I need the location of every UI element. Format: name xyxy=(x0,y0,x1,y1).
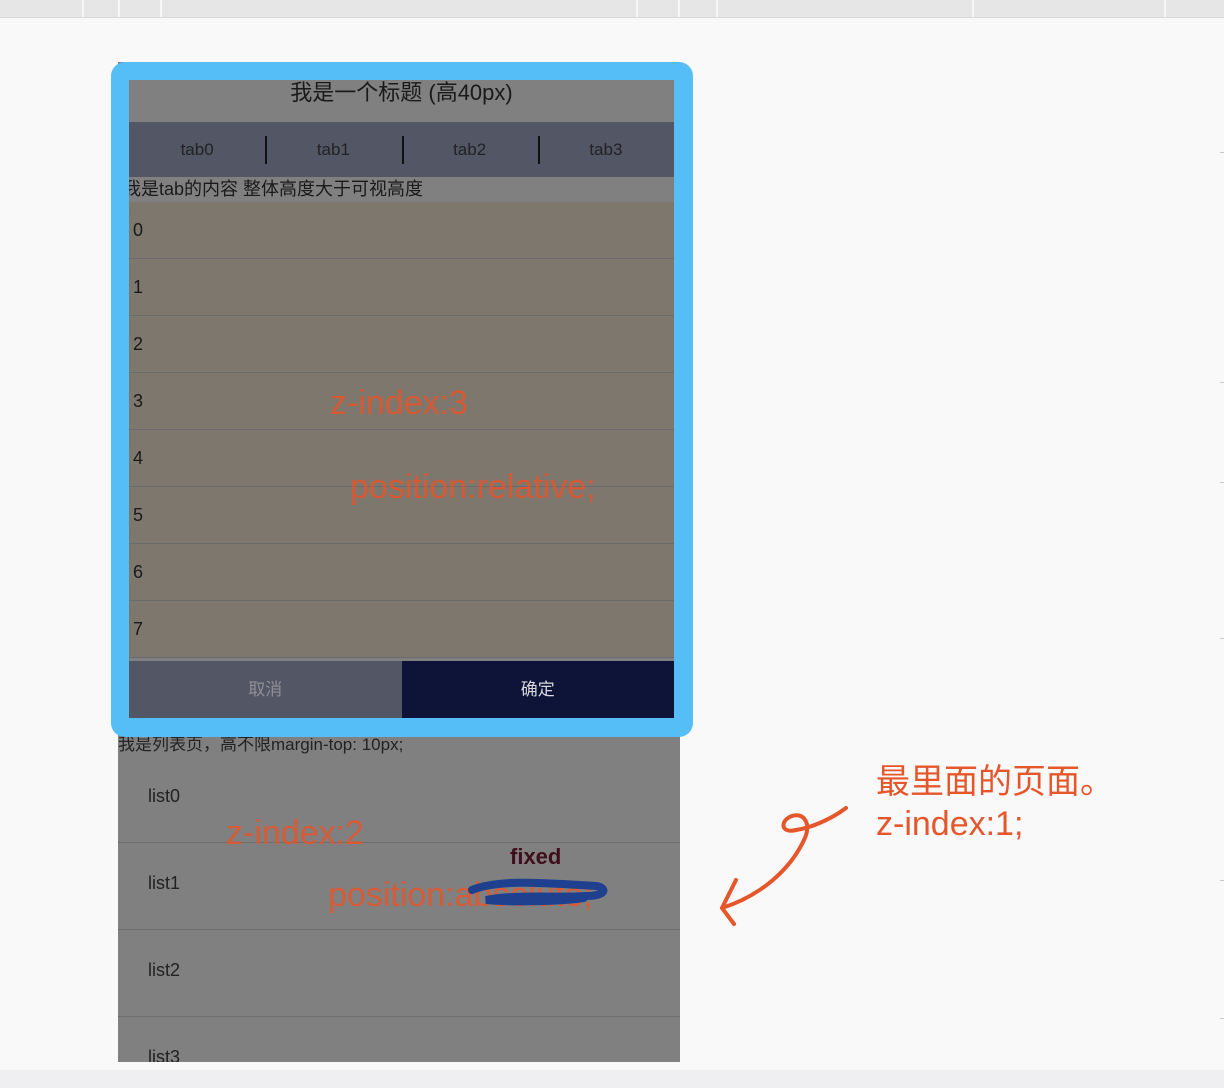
content-row[interactable]: 7 xyxy=(129,601,674,658)
pointing-arrow-icon xyxy=(720,806,848,926)
rail-tick xyxy=(1220,880,1224,881)
list-page-caption: 我是列表页，高不限margin-top: 10px; xyxy=(118,735,404,754)
tab-content-list: 0 1 2 3 4 5 6 7 xyxy=(129,202,674,658)
toolbar-separator xyxy=(716,0,718,17)
rail-tick xyxy=(1220,1018,1224,1019)
list-item[interactable]: list3 xyxy=(118,1017,680,1062)
tab-bar: tab0 tab1 tab2 tab3 xyxy=(129,122,674,177)
content-row-label: 3 xyxy=(133,391,144,411)
toolbar-separator xyxy=(118,0,120,17)
toolbar-separator xyxy=(160,0,162,17)
right-rail xyxy=(1219,18,1224,1068)
content-row[interactable]: 0 xyxy=(129,202,674,259)
toolbar-separator xyxy=(1164,0,1166,17)
tab-0[interactable]: tab0 xyxy=(129,122,265,177)
cancel-button[interactable]: 取消 xyxy=(129,661,402,718)
tab-3[interactable]: tab3 xyxy=(537,122,674,177)
tab-1[interactable]: tab1 xyxy=(265,122,401,177)
list-item-label: list2 xyxy=(148,960,181,980)
bottom-strip xyxy=(0,1070,1224,1088)
list-item-label: list1 xyxy=(148,873,181,893)
list-item[interactable]: list2 xyxy=(118,930,680,1017)
popup-title: 我是一个标题 (高40px) xyxy=(290,80,513,105)
toolbar-separator xyxy=(972,0,974,17)
tab-2[interactable]: tab2 xyxy=(401,122,538,177)
annotation-popup-position: position:relative; xyxy=(350,468,596,506)
toolbar-strip xyxy=(0,0,1224,18)
content-row[interactable]: 1 xyxy=(129,259,674,316)
toolbar-separator xyxy=(82,0,84,17)
rail-tick xyxy=(1220,152,1224,153)
content-row[interactable]: 2 xyxy=(129,316,674,373)
popup-footer: 取消 确定 xyxy=(129,661,674,718)
scribble-strikeout-icon xyxy=(468,878,608,906)
confirm-button[interactable]: 确定 xyxy=(401,661,674,718)
content-row-label: 4 xyxy=(133,448,144,468)
content-row-label: 5 xyxy=(133,505,144,525)
content-row-label: 6 xyxy=(133,562,144,582)
content-row-label: 7 xyxy=(133,619,144,639)
annotation-innermost-page: 最里面的页面。 xyxy=(876,763,1114,801)
tab-content-caption: 我是tab的内容 整体高度大于可视高度 xyxy=(129,179,424,199)
content-row[interactable]: 6 xyxy=(129,544,674,601)
rail-tick xyxy=(1220,638,1224,639)
content-row-label: 1 xyxy=(133,277,144,297)
toolbar-separator xyxy=(678,0,680,17)
rail-tick xyxy=(1220,382,1224,383)
list-item-label: list0 xyxy=(148,786,181,806)
annotation-fixed-correction: fixed xyxy=(510,844,562,869)
content-row-label: 0 xyxy=(133,220,144,240)
annotation-popup-zindex: z-index:3 xyxy=(330,384,468,422)
rail-tick xyxy=(1220,482,1224,483)
annotation-list-zindex: z-index:2 xyxy=(226,814,364,852)
content-row-label: 2 xyxy=(133,334,144,354)
list-item[interactable]: list0 xyxy=(118,756,680,843)
annotation-innermost-zindex: z-index:1; xyxy=(876,805,1024,843)
list-item-label: list3 xyxy=(148,1047,181,1062)
toolbar-separator xyxy=(636,0,638,17)
